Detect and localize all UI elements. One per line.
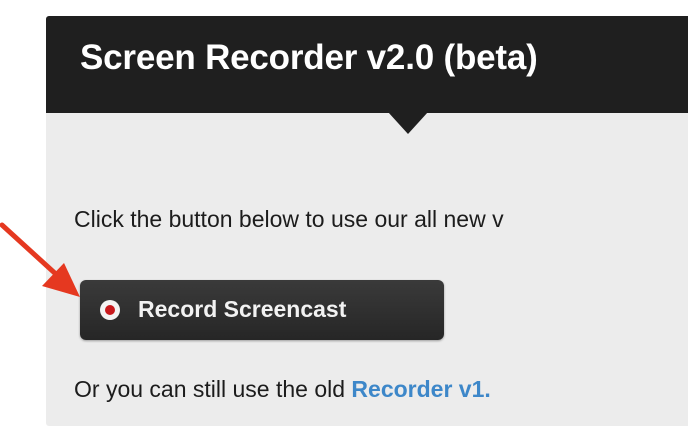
intro-text: Click the button below to use our all ne… [74, 206, 504, 232]
panel-header: Screen Recorder v2.0 (beta) [46, 16, 688, 113]
record-screencast-button[interactable]: Record Screencast [80, 280, 444, 340]
screenshot-canvas: Screen Recorder v2.0 (beta) Click the bu… [0, 0, 688, 429]
record-button-label: Record Screencast [138, 296, 347, 322]
screen-recorder-panel: Screen Recorder v2.0 (beta) Click the bu… [46, 16, 688, 426]
old-recorder-text: Or you can still use the old Recorder v1… [74, 376, 491, 403]
old-recorder-link[interactable]: Recorder v1. [351, 376, 490, 402]
old-recorder-prefix: Or you can still use the old [74, 376, 352, 402]
record-dot-icon [100, 300, 120, 320]
panel-title: Screen Recorder v2.0 (beta) [80, 38, 538, 77]
header-pointer-icon [388, 112, 428, 134]
